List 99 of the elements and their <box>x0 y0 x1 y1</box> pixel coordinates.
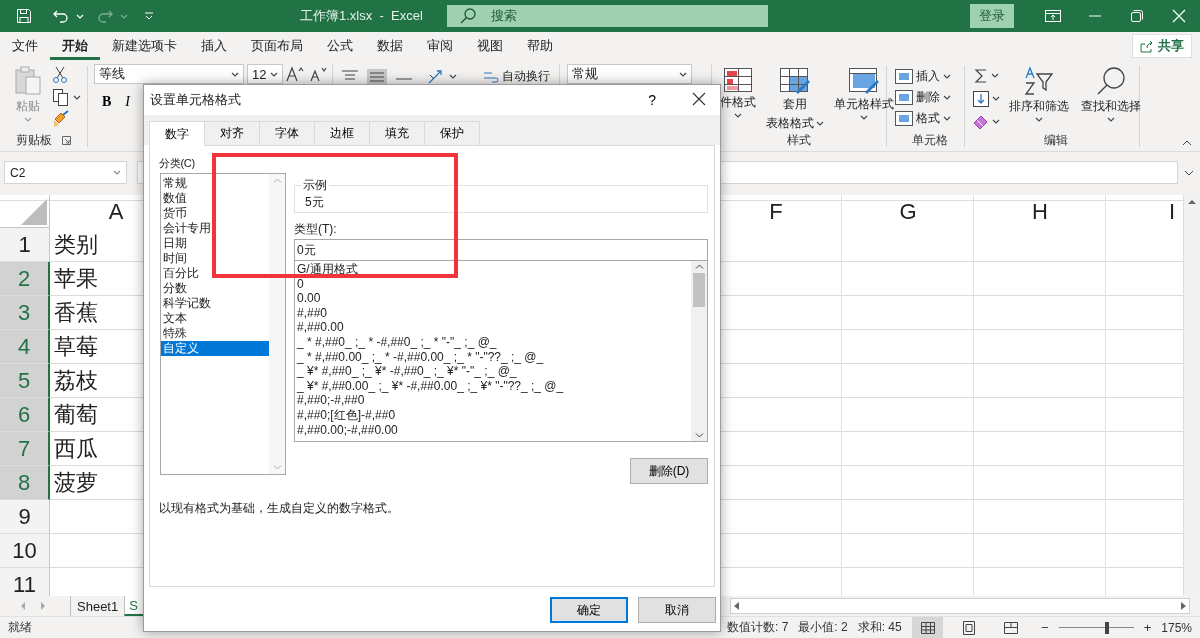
row-header[interactable]: 4 <box>0 330 50 364</box>
type-label: 类型(T): <box>294 222 338 236</box>
sign-in-button[interactable]: 登录 <box>970 4 1014 28</box>
row-header[interactable]: 8 <box>0 466 50 500</box>
table-cell: 类别 <box>54 234 98 256</box>
ribbon-tab[interactable]: 开始 <box>50 32 100 60</box>
format-as-table-button[interactable]: 套用 表格格式 <box>763 68 827 132</box>
dialog-tab[interactable]: 保护 <box>424 121 480 145</box>
row-header[interactable]: 1 <box>0 228 50 262</box>
format-item[interactable]: _ ¥* #,##0.00_ ;_ ¥* -#,##0.00_ ;_ ¥* "-"??_ ;_ @_ <box>295 378 564 394</box>
row-header[interactable]: 2 <box>0 262 50 296</box>
format-item[interactable]: #,##0;-#,##0 <box>295 393 365 408</box>
category-item[interactable]: 数值 <box>161 191 187 206</box>
format-item[interactable]: 0 <box>295 276 304 292</box>
row-header[interactable]: 11 <box>0 568 50 596</box>
group-label: 编辑 <box>1043 133 1069 147</box>
zoom-out-button[interactable]: − <box>1040 620 1049 635</box>
category-item[interactable]: 时间 <box>161 251 187 266</box>
sample-label: 示例 <box>302 177 328 194</box>
group-label: 单元格 <box>910 133 949 147</box>
category-item[interactable]: 自定义 <box>161 341 269 356</box>
help-button[interactable]: ? <box>642 91 662 109</box>
format-item[interactable]: #,##0.00;-#,##0.00 <box>295 422 398 438</box>
format-item[interactable]: 0.00 <box>295 291 321 306</box>
category-item[interactable]: 日期 <box>161 236 187 251</box>
ribbon-tab[interactable]: 数据 <box>365 32 415 60</box>
window-title: 工作簿1.xlsx - Excel <box>300 7 424 25</box>
row-header[interactable]: 3 <box>0 296 50 330</box>
category-label: 分类(C) <box>159 157 195 169</box>
status-stat: 最小值: 2 <box>798 619 848 636</box>
description-text: 以现有格式为基础，生成自定义的数字格式。 <box>159 500 400 517</box>
delete-button[interactable]: 删除(D) <box>630 458 708 484</box>
row-header[interactable]: 7 <box>0 432 50 466</box>
ok-button[interactable]: 确定 <box>550 597 628 623</box>
row-header[interactable]: 6 <box>0 398 50 432</box>
zoom-in-button[interactable]: + <box>1143 620 1152 635</box>
table-cell: 荔枝 <box>54 370 98 392</box>
format-item[interactable]: _ * #,##0_ ;_ * -#,##0_ ;_ * "-"_ ;_ @_ <box>295 334 497 350</box>
search-field[interactable]: 搜索 <box>447 5 768 27</box>
find-select-button[interactable]: 查找和选择 <box>1078 66 1144 122</box>
sort-filter-button[interactable]: 排序和筛选 <box>1006 66 1072 122</box>
bold-button[interactable]: B <box>96 94 118 110</box>
column-header[interactable]: H <box>974 195 1106 228</box>
category-item[interactable]: 文本 <box>161 311 187 326</box>
sample-value: 5元 <box>305 194 325 211</box>
cell-styles-button[interactable]: 单元格样式 <box>831 68 897 120</box>
column-header[interactable]: G <box>842 195 974 228</box>
ribbon-tab[interactable]: 视图 <box>465 32 515 60</box>
category-item[interactable]: 百分比 <box>161 266 199 281</box>
row-header[interactable]: 5 <box>0 364 50 398</box>
format-item[interactable]: G/通用格式 <box>295 262 358 277</box>
dialog-tab[interactable]: 数字 <box>149 121 205 146</box>
cancel-button[interactable]: 取消 <box>638 597 716 623</box>
format-item[interactable]: _ ¥* #,##0_ ;_ ¥* -#,##0_ ;_ ¥* "-"_ ;_ @_ <box>295 364 517 379</box>
ribbon-tab[interactable]: 页面布局 <box>239 32 315 60</box>
italic-button[interactable]: I <box>119 94 136 110</box>
share-button[interactable]: 共享 <box>1132 34 1192 58</box>
format-item[interactable]: #,##0;[红色]-#,##0 <box>295 407 396 423</box>
category-item[interactable]: 特殊 <box>161 326 187 341</box>
ribbon-tab[interactable]: 新建选项卡 <box>100 32 189 60</box>
zoom-level: 175% <box>1161 620 1192 635</box>
ribbon-tab[interactable]: 帮助 <box>515 32 565 60</box>
status-stat: 数值计数: 7 <box>727 619 789 636</box>
table-cell: 西瓜 <box>54 438 98 460</box>
type-field[interactable]: 0元 <box>294 239 708 261</box>
cells-delete-button[interactable]: 删除 <box>895 87 964 108</box>
dialog-title: 设置单元格格式 <box>150 91 241 109</box>
category-item[interactable]: 货币 <box>161 206 187 221</box>
table-cell: 葡萄 <box>54 404 98 426</box>
group-label: 样式 <box>786 133 812 147</box>
name-box[interactable]: C2 <box>4 161 127 184</box>
category-item[interactable]: 会计专用 <box>161 221 211 236</box>
cells-insert-button[interactable]: 插入 <box>895 66 964 87</box>
row-header[interactable]: 9 <box>0 500 50 534</box>
format-item[interactable]: #,##0 <box>295 305 328 321</box>
ribbon-tab[interactable]: 公式 <box>315 32 365 60</box>
category-item[interactable]: 科学记数 <box>161 296 211 311</box>
font-size-combo[interactable]: 12 <box>247 64 283 84</box>
ribbon-tab[interactable]: 插入 <box>189 32 239 60</box>
ribbon-tab[interactable]: 文件 <box>0 32 50 60</box>
table-cell: 苹果 <box>54 268 98 290</box>
category-item[interactable]: 分数 <box>161 281 187 296</box>
cells-format-button[interactable]: 格式 <box>895 108 964 129</box>
table-cell: 香蕉 <box>54 302 98 324</box>
wrap-text-button[interactable]: 自动换行 <box>483 66 550 87</box>
number-format-combo[interactable]: 常规 <box>567 64 692 84</box>
group-label: 剪贴板 <box>16 133 52 147</box>
format-item[interactable]: _ * #,##0.00_ ;_ * -#,##0.00_ ;_ * "-"??_ ;_ @_ <box>295 349 544 365</box>
status-stat: 求和: 45 <box>857 619 902 636</box>
table-cell: 菠萝 <box>54 472 98 494</box>
status-text: 就绪 <box>8 619 32 636</box>
category-item[interactable]: 常规 <box>161 176 187 191</box>
font-combo[interactable]: 等线 <box>94 64 244 84</box>
ribbon-tab[interactable]: 审阅 <box>415 32 465 60</box>
format-item[interactable]: #,##0.00 <box>295 320 344 335</box>
table-cell: 草莓 <box>54 336 98 358</box>
column-header[interactable]: I <box>1106 195 1183 228</box>
row-header[interactable]: 10 <box>0 534 50 568</box>
category-list[interactable]: 常规 数值 货币 会计专用 日期 时间 百分比 分数 科学记数 文本 特殊 自定义 <box>160 173 286 475</box>
